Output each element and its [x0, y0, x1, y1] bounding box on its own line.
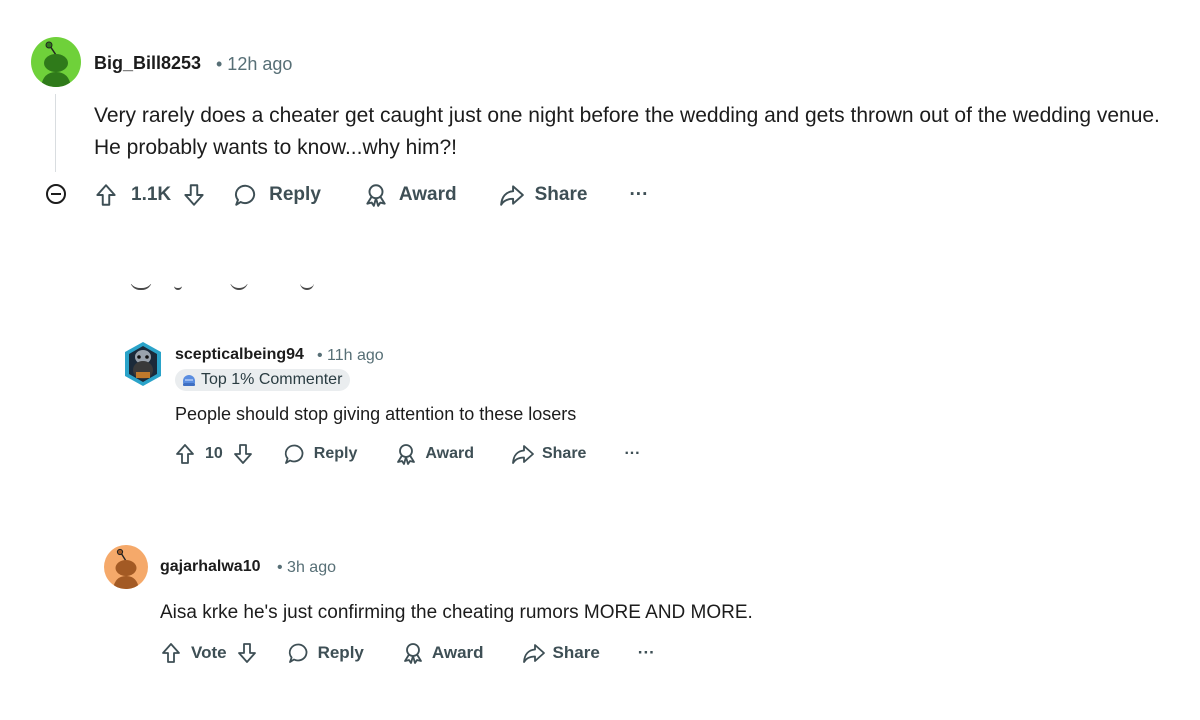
- snoo-avatar-icon: [41, 41, 71, 87]
- comment-timestamp[interactable]: • 3h ago: [277, 559, 336, 577]
- more-icon: ···: [629, 184, 649, 205]
- comment-action-bar: Vote Reply Award Share ···: [159, 636, 655, 670]
- share-icon: [512, 445, 534, 464]
- avatar[interactable]: [104, 545, 148, 589]
- downvote-button[interactable]: [231, 442, 255, 466]
- avatar[interactable]: [122, 340, 164, 388]
- share-label: Share: [534, 184, 588, 205]
- user-flair: Top 1% Commenter: [175, 369, 351, 391]
- comment-author[interactable]: scepticalbeing94: [175, 346, 304, 364]
- reply-label: Reply: [269, 184, 321, 205]
- avatar[interactable]: [31, 37, 81, 87]
- comment-author[interactable]: gajarhalwa10: [160, 558, 261, 576]
- award-button[interactable]: Award: [401, 641, 484, 665]
- share-button[interactable]: Share: [499, 182, 588, 208]
- share-label: Share: [541, 445, 587, 462]
- award-label: Award: [425, 445, 474, 462]
- comment-timestamp[interactable]: • 11h ago: [317, 347, 384, 365]
- snoo-avatar-icon: [113, 548, 139, 589]
- more-icon: ···: [637, 643, 655, 662]
- commenter-badge-icon: [183, 375, 195, 386]
- upvote-button[interactable]: [173, 442, 197, 466]
- reply-button[interactable]: Reply: [287, 641, 364, 665]
- upvote-button[interactable]: [93, 182, 119, 208]
- reply-icon: [288, 643, 307, 663]
- vote-count: 1.1K: [131, 184, 172, 205]
- award-icon: [397, 444, 416, 465]
- downvote-icon: [184, 184, 204, 206]
- reply-button[interactable]: Reply: [283, 442, 358, 466]
- reply-button[interactable]: Reply: [233, 182, 321, 208]
- reply-label: Reply: [313, 445, 358, 462]
- vote-label: Vote: [191, 643, 227, 662]
- flair-label: Top 1% Commenter: [201, 371, 343, 388]
- award-icon: [403, 643, 422, 664]
- comment-body: Aisa krke he's just confirming the cheat…: [160, 602, 753, 623]
- award-button[interactable]: Award: [363, 182, 457, 208]
- collapse-icon: [46, 184, 66, 204]
- upvote-button[interactable]: [159, 641, 183, 665]
- upvote-icon: [162, 643, 180, 663]
- clipped-content: [130, 284, 330, 298]
- downvote-button[interactable]: [181, 182, 207, 208]
- comment-timestamp[interactable]: • 12h ago: [216, 54, 292, 75]
- more-options-button[interactable]: ···: [638, 643, 655, 663]
- more-icon: ···: [624, 445, 641, 462]
- comment-author[interactable]: Big_Bill8253: [94, 53, 201, 74]
- comment-body: Very rarely does a cheater get caught ju…: [94, 104, 1160, 159]
- share-button[interactable]: Share: [522, 641, 600, 665]
- more-options-button[interactable]: ···: [624, 445, 640, 463]
- downvote-icon: [233, 444, 252, 464]
- comment-body: People should stop giving attention to t…: [175, 404, 577, 424]
- reply-icon: [284, 444, 304, 464]
- share-icon: [499, 185, 524, 206]
- collapse-button[interactable]: [45, 183, 66, 204]
- award-label: Award: [431, 643, 484, 662]
- comment-action-bar: 1.1K Reply Award Share ···: [93, 177, 648, 213]
- comment-thread: Big_Bill8253 • 12h ago Very rarely does …: [0, 0, 1200, 720]
- share-icon: [522, 644, 545, 663]
- share-button[interactable]: Share: [511, 442, 586, 466]
- award-icon: [366, 184, 386, 207]
- upvote-icon: [176, 444, 194, 464]
- vote-count: 10: [205, 445, 223, 462]
- share-label: Share: [552, 643, 600, 662]
- comment-action-bar: 10 Reply Award Share ···: [173, 437, 640, 471]
- award-label: Award: [398, 184, 457, 205]
- thread-line[interactable]: [55, 94, 56, 172]
- reply-icon: [235, 184, 256, 206]
- reply-label: Reply: [317, 643, 364, 662]
- award-button[interactable]: Award: [394, 442, 474, 466]
- downvote-button[interactable]: [235, 641, 259, 665]
- more-options-button[interactable]: ···: [629, 184, 648, 206]
- downvote-icon: [237, 643, 256, 663]
- upvote-icon: [96, 184, 116, 206]
- custom-avatar-icon: [125, 342, 161, 386]
